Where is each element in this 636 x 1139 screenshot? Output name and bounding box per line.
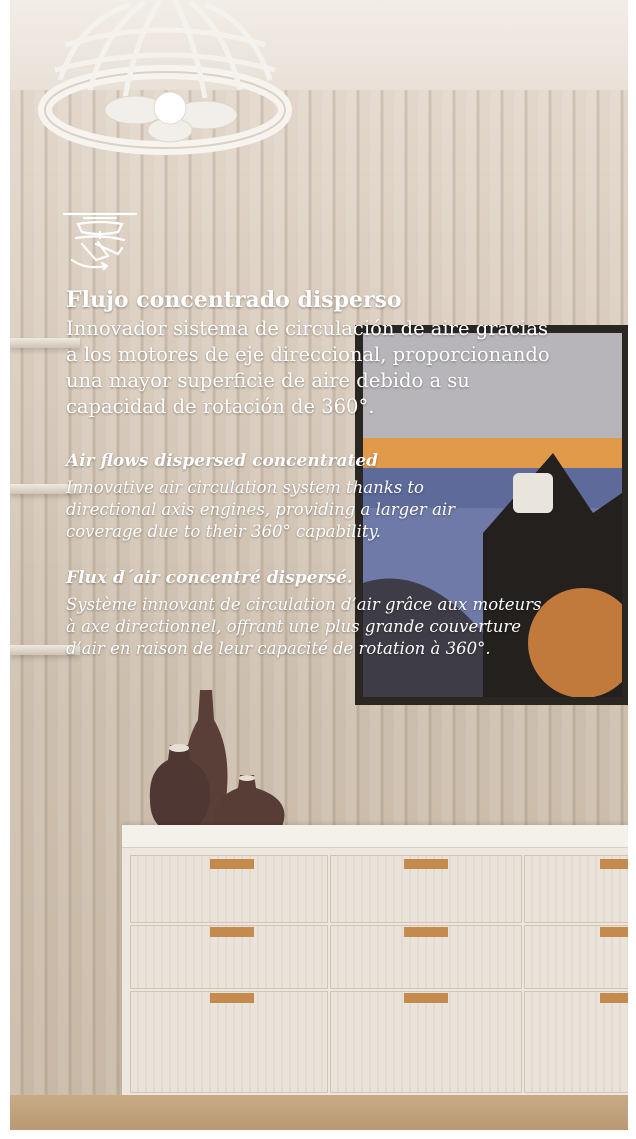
heading-fr: Flux d´air concentré dispersé. (66, 568, 353, 588)
drawer-handle (600, 927, 628, 937)
body-fr: Système innovant de circulation d’air gr… (66, 595, 542, 658)
drawer (130, 991, 328, 1093)
catalog-page: Flujo concentrado disperso Innovador sis… (0, 0, 636, 1139)
drawer-handle (210, 859, 254, 869)
drawer-handle (600, 859, 628, 869)
drawer-handle (210, 993, 254, 1003)
drawer-handle (210, 927, 254, 937)
heading-es: Flujo concentrado disperso (66, 287, 402, 313)
body-es: Innovador sistema de circulación de aire… (66, 317, 550, 418)
sideboard-top (122, 825, 628, 848)
drawer (524, 991, 628, 1093)
drawer-handle (404, 859, 448, 869)
drawer (330, 991, 522, 1093)
drawer-handle (600, 993, 628, 1003)
drawer-handle (404, 993, 448, 1003)
ceiling-fan-image (38, 0, 292, 155)
drawer-handle (404, 927, 448, 937)
background-photo (10, 0, 628, 1130)
heading-en: Air flows dispersed concentrated (66, 451, 379, 471)
sideboard (122, 825, 628, 1095)
body-en: Innovative air circulation system thanks… (66, 478, 456, 541)
rotating-fan-icon (62, 212, 138, 270)
floor (10, 1095, 628, 1130)
